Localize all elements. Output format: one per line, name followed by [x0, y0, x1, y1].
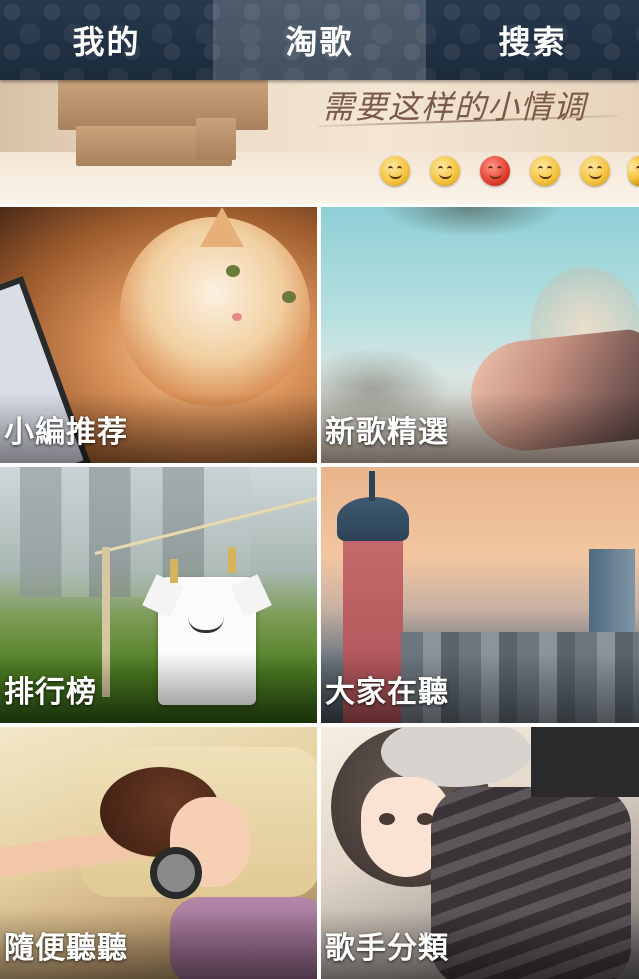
top-nav-bar: 我的 淘歌 搜索 [0, 0, 639, 80]
robot-box-leg [196, 118, 236, 160]
tower-dome [337, 497, 409, 541]
cat-ear-left [200, 207, 244, 247]
smile-tongue-icon [628, 156, 639, 186]
tile-editor-picks[interactable]: 小編推荐 [0, 207, 317, 463]
smile-tongue-icon [530, 156, 560, 186]
speaker-box [531, 727, 639, 797]
tile-rankings[interactable]: 排行榜 [0, 467, 317, 723]
tile-random-listen[interactable]: 隨便聽聽 [0, 727, 317, 979]
tile-label-everyone-listening: 大家在聽 [325, 675, 449, 710]
robot-box-figure [58, 80, 268, 130]
cat-nose [232, 313, 242, 321]
headphones-icon [150, 847, 202, 899]
smile-tongue-icon [380, 156, 410, 186]
tab-search[interactable]: 搜索 [426, 0, 639, 80]
tab-mine[interactable]: 我的 [0, 0, 213, 80]
tree-branches [381, 207, 561, 237]
smile-tongue-icon [430, 156, 460, 186]
cat-eye-left [226, 265, 240, 277]
tile-artist-categories[interactable]: 歌手分類 [321, 727, 639, 979]
smile-tongue-icon [580, 156, 610, 186]
clothes-pin [170, 559, 178, 583]
tower-spire [369, 471, 375, 501]
tile-label-artist-categories: 歌手分類 [325, 931, 449, 966]
anime-eye [379, 813, 395, 825]
tile-label-editor-picks: 小編推荐 [4, 415, 128, 450]
cat-eye-right [282, 291, 296, 303]
tile-everyone-listening[interactable]: 大家在聽 [321, 467, 639, 723]
tile-new-songs[interactable]: 新歌精選 [321, 207, 639, 463]
tile-label-rankings: 排行榜 [4, 675, 97, 710]
tab-taoge[interactable]: 淘歌 [213, 0, 426, 80]
clothes-pin [228, 547, 236, 573]
angry-face-icon [480, 156, 510, 186]
tile-label-new-songs: 新歌精選 [325, 415, 449, 450]
tile-label-random-listen: 隨便聽聽 [4, 931, 128, 966]
